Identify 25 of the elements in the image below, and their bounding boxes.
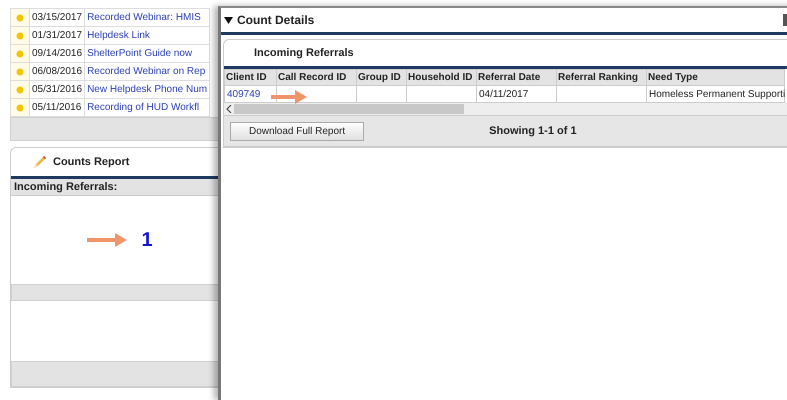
- column-header: Client ID: [224, 70, 276, 86]
- date-cell: 01/31/2017: [30, 26, 85, 44]
- date-cell: 06/08/2016: [30, 62, 85, 80]
- arrow-drawing: [87, 233, 128, 247]
- column-header: Group ID: [356, 70, 406, 86]
- collapse-icon[interactable]: [224, 16, 233, 24]
- card-title: Counts Report: [53, 156, 130, 168]
- download-button[interactable]: Download Full Report: [230, 122, 364, 140]
- table-cell: 04/11/2017: [479, 88, 528, 100]
- arrow-drawing: [271, 90, 307, 104]
- date-cell: 03/15/2017: [30, 8, 85, 26]
- table-cell: Homeless Permanent Supporti: [649, 88, 786, 100]
- column-header: Referral Date: [476, 70, 556, 86]
- column-header: Need Type: [646, 70, 784, 86]
- date-cell: 05/31/2016: [30, 80, 85, 98]
- column-header: Referral Ranking: [556, 70, 646, 86]
- column-header: Call Record ID: [276, 70, 356, 86]
- dialog-title: Count Details: [237, 13, 314, 27]
- scroll-left-icon[interactable]: [224, 105, 234, 113]
- column-header: Household ID: [406, 70, 476, 86]
- pagination-text: Showing 1-1 of 1: [489, 125, 577, 137]
- count-value: 1: [141, 228, 153, 252]
- date-cell: 09/14/2016: [30, 44, 85, 62]
- scrollbar[interactable]: [224, 103, 787, 115]
- pencil-icon: [33, 155, 47, 169]
